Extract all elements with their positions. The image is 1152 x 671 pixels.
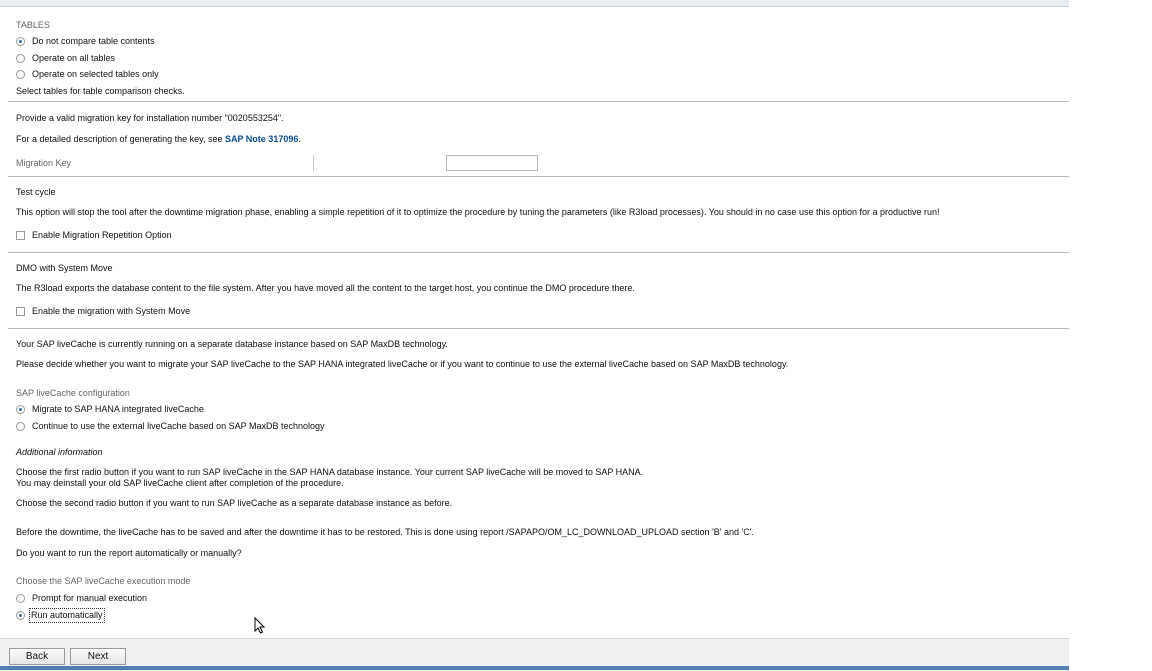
test-cycle-heading: Test cycle bbox=[16, 187, 56, 197]
radio-label-do-not-compare[interactable]: Do not compare table contents bbox=[32, 36, 155, 47]
livecache-decision: Please decide whether you want to migrat… bbox=[16, 359, 789, 369]
migration-repetition-checkbox[interactable] bbox=[16, 231, 25, 240]
bottom-tab-strip bbox=[0, 666, 1069, 670]
migration-key-input[interactable] bbox=[446, 155, 538, 171]
migration-key-label: Migration Key bbox=[16, 158, 72, 168]
section-divider bbox=[8, 176, 1069, 177]
next-button[interactable]: Next bbox=[70, 648, 126, 665]
radio-external-livecache[interactable] bbox=[16, 422, 25, 431]
radio-label-external-livecache[interactable]: Continue to use the external liveCache b… bbox=[32, 421, 325, 432]
info-line-3: Choose the second radio button if you wa… bbox=[16, 498, 453, 508]
section-divider bbox=[8, 328, 1069, 329]
back-button[interactable]: Back bbox=[9, 648, 65, 665]
radio-run-automatically[interactable] bbox=[16, 611, 25, 620]
tables-heading: TABLES bbox=[16, 20, 50, 30]
dmo-description: The R3load exports the database content … bbox=[16, 283, 635, 293]
migration-key-description: For a detailed description of generating… bbox=[16, 134, 301, 145]
info-line-1: Choose the first radio button if you wan… bbox=[16, 467, 644, 477]
migration-repetition-label[interactable]: Enable Migration Repetition Option bbox=[32, 230, 172, 241]
info-line-2: You may deinstall your old SAP liveCache… bbox=[16, 478, 344, 488]
migration-key-instruction: Provide a valid migration key for instal… bbox=[16, 113, 284, 123]
execution-mode-label: Choose the SAP liveCache execution mode bbox=[16, 576, 191, 586]
additional-info-heading: Additional information bbox=[16, 447, 103, 457]
radio-label-run-automatically[interactable]: Run automatically bbox=[29, 608, 105, 623]
system-move-checkbox[interactable] bbox=[16, 307, 25, 316]
radio-label-manual-execution[interactable]: Prompt for manual execution bbox=[32, 593, 147, 604]
mouse-pointer-icon bbox=[254, 617, 265, 634]
radio-do-not-compare[interactable] bbox=[16, 37, 25, 46]
sap-note-link[interactable]: SAP Note 317096 bbox=[225, 134, 298, 144]
radio-label-selected-tables[interactable]: Operate on selected tables only bbox=[32, 69, 159, 80]
radio-label-all-tables[interactable]: Operate on all tables bbox=[32, 53, 115, 64]
livecache-status: Your SAP liveCache is currently running … bbox=[16, 339, 448, 349]
test-cycle-description: This option will stop the tool after the… bbox=[16, 207, 940, 217]
system-move-label[interactable]: Enable the migration with System Move bbox=[32, 306, 190, 317]
section-divider bbox=[8, 101, 1069, 102]
livecache-config-label: SAP liveCache configuration bbox=[16, 388, 130, 398]
radio-selected-tables[interactable] bbox=[16, 70, 25, 79]
dmo-heading: DMO with System Move bbox=[16, 263, 113, 273]
downtime-note: Before the downtime, the liveCache has t… bbox=[16, 527, 754, 537]
section-divider bbox=[8, 252, 1069, 253]
top-header-bar bbox=[0, 0, 1069, 7]
execution-question: Do you want to run the report automatica… bbox=[16, 548, 242, 558]
right-blank-area bbox=[1069, 0, 1152, 670]
radio-all-tables[interactable] bbox=[16, 54, 25, 63]
field-divider bbox=[313, 155, 314, 171]
description-prefix: For a detailed description of generating… bbox=[16, 134, 225, 144]
radio-manual-execution[interactable] bbox=[16, 594, 25, 603]
radio-label-migrate-hana[interactable]: Migrate to SAP HANA integrated liveCache bbox=[32, 404, 204, 415]
description-suffix: . bbox=[298, 134, 301, 144]
tables-hint: Select tables for table comparison check… bbox=[16, 86, 185, 96]
radio-migrate-hana[interactable] bbox=[16, 405, 25, 414]
